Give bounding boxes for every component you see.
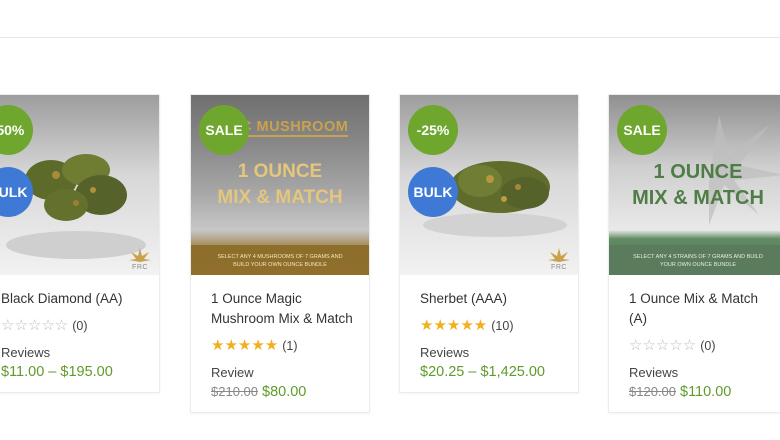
product-image[interactable]: -25% BULK FRC (400, 95, 578, 275)
product-card-sherbet[interactable]: -25% BULK FRC Sherbet (AAA) ★★★★★ (10) R… (399, 94, 579, 393)
rating-count: (1) (282, 339, 298, 353)
discount-badge: -25% (408, 105, 458, 155)
sale-badge: SALE (199, 105, 249, 155)
reviews-label: Review (211, 365, 254, 380)
reviews-label: Reviews (1, 345, 51, 360)
logo-text: FRC (551, 264, 567, 271)
rating-row: ☆☆☆☆☆ (0) (1, 317, 147, 335)
frc-logo: FRC (127, 248, 153, 271)
product-card-mix-match[interactable]: 1 OUNCE MIX & MATCH SELECT ANY 4 STRAINS… (608, 94, 780, 413)
image-title: C MUSHROOM (241, 119, 349, 137)
old-price: $120.00 (629, 384, 676, 399)
product-name[interactable]: 1 Ounce Magic Mushroom Mix & Match (211, 289, 357, 329)
image-strip-text: SELECT ANY 4 STRAINS OF 7 GRAMS AND BUIL… (609, 245, 780, 275)
bulk-badge: BULK (408, 167, 458, 217)
rating-row: ★★★★★ (10) (420, 317, 566, 335)
product-name[interactable]: Black Diamond (AA) (1, 289, 147, 309)
product-name[interactable]: Sherbet (AAA) (420, 289, 566, 309)
star-rating-icon: ☆☆☆☆☆ (629, 337, 697, 354)
image-strip-text: SELECT ANY 4 MUSHROOMS OF 7 GRAMS AND BU… (191, 245, 369, 275)
sale-price: $110.00 (680, 384, 732, 400)
reviews-label: Reviews (420, 345, 470, 360)
price: $210.00 $80.00 (211, 384, 357, 400)
image-line-2: MIX & MATCH (217, 187, 343, 208)
star-rating-icon: ☆☆☆☆☆ (1, 317, 69, 334)
price: $120.00 $110.00 (629, 384, 775, 400)
old-price: $210.00 (211, 384, 258, 399)
product-image[interactable]: -50% BULK FRC (0, 95, 159, 275)
image-line-1: 1 OUNCE (653, 161, 743, 183)
rating-count: (10) (491, 319, 514, 333)
sale-price: $80.00 (262, 384, 307, 400)
product-card-mushroom-mix[interactable]: C MUSHROOM 1 OUNCE MIX & MATCH SELECT AN… (190, 94, 370, 413)
star-rating-icon: ★★★★★ (211, 337, 279, 354)
product-image[interactable]: C MUSHROOM 1 OUNCE MIX & MATCH SELECT AN… (191, 95, 369, 275)
price: $11.00 – $195.00 (1, 364, 113, 380)
star-rating-icon: ★★★★★ (420, 317, 488, 334)
rating-row: ★★★★★ (1) (211, 337, 357, 355)
rating-count: (0) (700, 339, 716, 353)
reviews-label: Reviews (629, 365, 679, 380)
rating-row: ☆☆☆☆☆ (0) (629, 337, 775, 355)
rating-count: (0) (72, 319, 88, 333)
sale-badge: SALE (617, 105, 667, 155)
header-bar (0, 0, 780, 38)
product-name[interactable]: 1 Ounce Mix & Match (A) (629, 289, 775, 329)
logo-text: FRC (132, 264, 148, 271)
frc-logo: FRC (546, 248, 572, 271)
product-image[interactable]: 1 OUNCE MIX & MATCH SELECT ANY 4 STRAINS… (609, 95, 780, 275)
price: $20.25 – $1,425.00 (420, 364, 545, 380)
image-line-1: 1 OUNCE (237, 161, 323, 182)
image-line-2: MIX & MATCH (632, 187, 764, 209)
product-card-black-diamond[interactable]: -50% BULK FRC Black Diamond (AA) ☆☆☆☆☆ (… (0, 94, 160, 393)
